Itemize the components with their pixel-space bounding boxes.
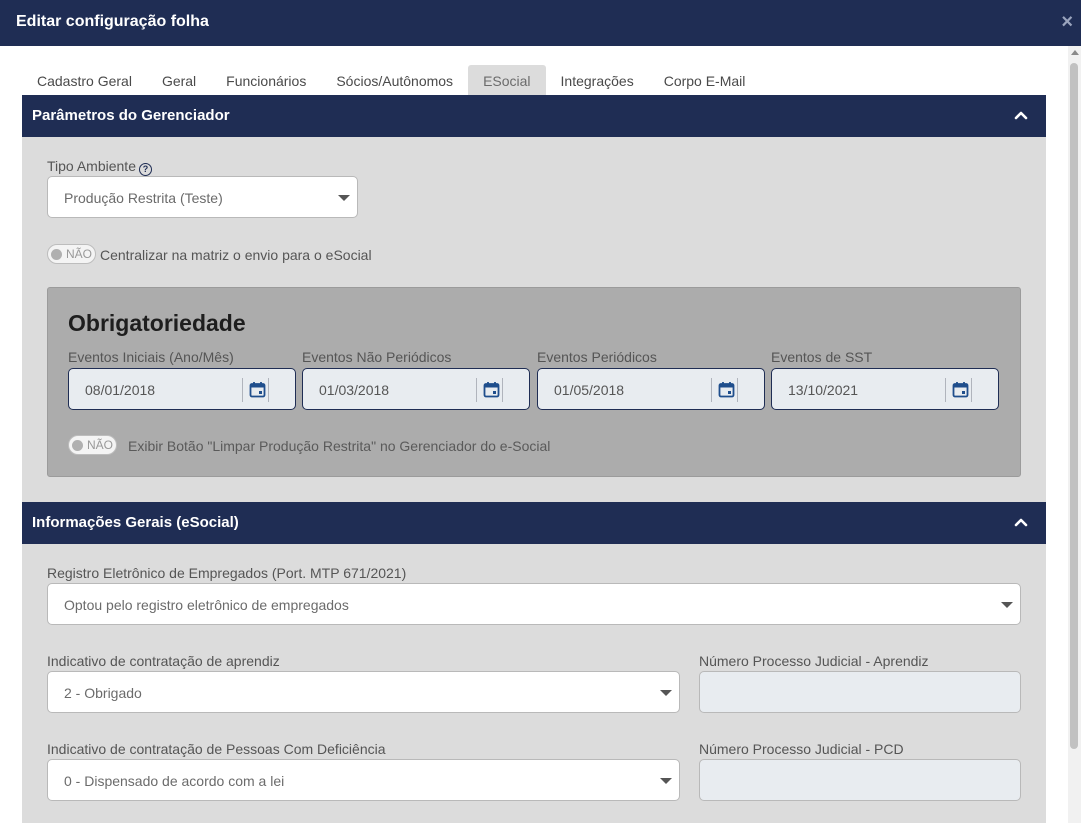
calendar-icon[interactable] — [483, 381, 500, 398]
registro-value: Optou pelo registro eletrônico de empreg… — [64, 597, 349, 613]
eventos-sst-date-input[interactable]: 13/10/2021 — [771, 368, 999, 410]
limpar-producao-toggle[interactable]: NÃO — [68, 435, 117, 455]
scroll-up-arrow-icon[interactable] — [1071, 50, 1079, 55]
section-header-informacoes[interactable]: Informações Gerais (eSocial) — [22, 502, 1046, 544]
tipo-ambiente-label-text: Tipo Ambiente — [47, 158, 136, 174]
divider — [268, 378, 269, 402]
tipo-ambiente-value: Produção Restrita (Teste) — [64, 190, 223, 206]
calendar-icon[interactable] — [249, 381, 266, 398]
divider — [711, 378, 712, 402]
chevron-up-icon[interactable] — [1014, 108, 1028, 122]
divider — [242, 378, 243, 402]
edit-config-modal: Editar configuração folha × Cadastro Ger… — [0, 0, 1081, 823]
section-body-informacoes: Registro Eletrônico de Empregados (Port.… — [22, 544, 1046, 823]
divider — [737, 378, 738, 402]
eventos-periodicos-label: Eventos Periódicos — [537, 349, 657, 365]
proc-pcd-input[interactable] — [699, 759, 1021, 801]
eventos-nao-periodicos-label: Eventos Não Periódicos — [302, 349, 452, 365]
limpar-producao-label: Exibir Botão "Limpar Produção Restrita" … — [128, 438, 551, 454]
toggle-knob — [51, 249, 62, 260]
eventos-periodicos-value: 01/05/2018 — [554, 382, 625, 398]
toggle-state-text: NÃO — [87, 438, 114, 452]
obrigatoriedade-box: Obrigatoriedade Eventos Iniciais (Ano/Mê… — [47, 287, 1021, 477]
modal-title: Editar configuração folha — [16, 13, 209, 30]
eventos-periodicos-date-input[interactable]: 01/05/2018 — [537, 368, 765, 410]
pcd-label: Indicativo de contratação de Pessoas Com… — [47, 741, 386, 757]
tab-integracoes[interactable]: Integrações — [546, 65, 649, 95]
chevron-down-icon — [338, 195, 350, 201]
pcd-select[interactable]: 0 - Dispensado de acordo com a lei — [47, 759, 680, 801]
tab-cadastro-geral[interactable]: Cadastro Geral — [22, 65, 147, 95]
divider — [476, 378, 477, 402]
divider — [502, 378, 503, 402]
eventos-iniciais-date-input[interactable]: 08/01/2018 — [68, 368, 296, 410]
toggle-knob — [72, 440, 83, 451]
obrigatoriedade-title: Obrigatoriedade — [68, 310, 246, 336]
close-button[interactable]: × — [1061, 12, 1073, 32]
tab-geral[interactable]: Geral — [147, 65, 211, 95]
proc-aprendiz-input[interactable] — [699, 671, 1021, 713]
proc-aprendiz-label: Número Processo Judicial - Aprendiz — [699, 653, 929, 669]
section-title-informacoes: Informações Gerais (eSocial) — [32, 514, 239, 531]
eventos-nao-periodicos-date-input[interactable]: 01/03/2018 — [302, 368, 530, 410]
tab-bar: Cadastro Geral Geral Funcionários Sócios… — [22, 65, 760, 95]
tipo-ambiente-label: Tipo Ambiente? — [47, 158, 152, 176]
calendar-icon[interactable] — [718, 381, 735, 398]
divider — [945, 378, 946, 402]
eventos-iniciais-label: Eventos Iniciais (Ano/Mês) — [68, 349, 234, 365]
registro-label: Registro Eletrônico de Empregados (Port.… — [47, 565, 407, 581]
proc-pcd-label: Número Processo Judicial - PCD — [699, 741, 904, 757]
divider — [971, 378, 972, 402]
eventos-sst-value: 13/10/2021 — [788, 382, 859, 398]
pcd-value: 0 - Dispensado de acordo com a lei — [64, 773, 285, 789]
aprendiz-value: 2 - Obrigado — [64, 685, 142, 701]
chevron-down-icon — [1001, 602, 1013, 608]
calendar-icon[interactable] — [952, 381, 969, 398]
scroll-thumb[interactable] — [1070, 63, 1078, 749]
help-icon[interactable]: ? — [138, 163, 152, 176]
toggle-state-text: NÃO — [66, 247, 93, 261]
tipo-ambiente-select[interactable]: Produção Restrita (Teste) — [47, 176, 358, 218]
eventos-sst-label: Eventos de SST — [771, 349, 873, 365]
section-header-gerenciador[interactable]: Parâmetros do Gerenciador — [22, 95, 1046, 137]
scrollbar[interactable] — [1068, 46, 1081, 823]
aprendiz-label: Indicativo de contratação de aprendiz — [47, 653, 280, 669]
centralizar-label: Centralizar na matriz o envio para o eSo… — [100, 247, 372, 263]
aprendiz-select[interactable]: 2 - Obrigado — [47, 671, 680, 713]
chevron-up-icon[interactable] — [1014, 515, 1028, 529]
modal-header: Editar configuração folha × — [0, 0, 1081, 46]
centralizar-toggle[interactable]: NÃO — [47, 244, 96, 264]
tab-esocial[interactable]: ESocial — [468, 65, 546, 95]
eventos-nao-periodicos-value: 01/03/2018 — [319, 382, 390, 398]
section-body-gerenciador: Tipo Ambiente? Produção Restrita (Teste)… — [22, 137, 1046, 502]
eventos-iniciais-value: 08/01/2018 — [85, 382, 156, 398]
chevron-down-icon — [660, 778, 672, 784]
tab-funcionarios[interactable]: Funcionários — [211, 65, 321, 95]
tab-socios-autonomos[interactable]: Sócios/Autônomos — [321, 65, 468, 95]
section-title-gerenciador: Parâmetros do Gerenciador — [32, 107, 230, 124]
registro-select[interactable]: Optou pelo registro eletrônico de empreg… — [47, 583, 1021, 625]
chevron-down-icon — [660, 690, 672, 696]
tab-corpo-email[interactable]: Corpo E-Mail — [649, 65, 761, 95]
